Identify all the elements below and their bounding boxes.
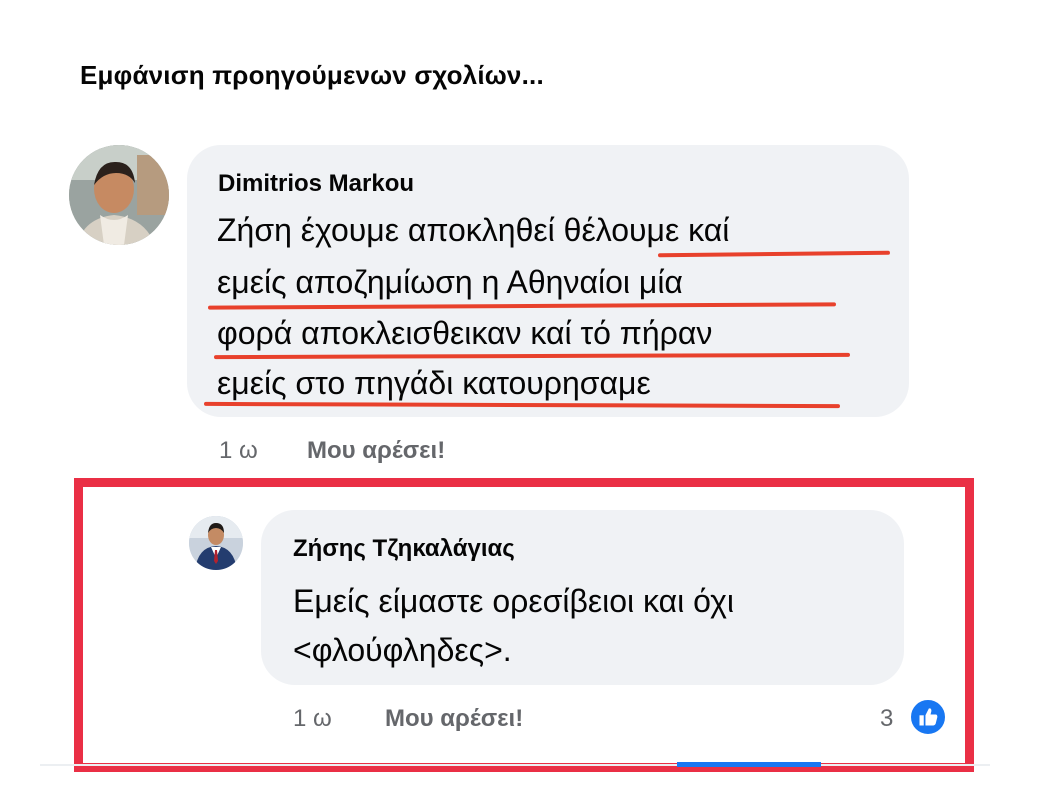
active-tab-indicator <box>677 762 821 767</box>
thumbs-up-icon[interactable] <box>908 697 948 737</box>
comment-text-line: εμείς αποζημίωση η Αθηναίοι μία <box>217 264 683 300</box>
comment-text-line: Ζήση έχουμε αποκληθεί θέλουμε καί <box>217 212 730 248</box>
comment-text-line: εμείς στο πηγάδι κατουρησαμε <box>217 365 651 401</box>
zisis-tzikalagias-avatar[interactable] <box>189 516 243 570</box>
comment-author-name[interactable]: Dimitrios Markou <box>218 170 414 198</box>
reply-text-line: <φλούφληδες>. <box>293 632 512 668</box>
reply-timestamp[interactable]: 1 ω <box>293 705 332 733</box>
thumbs-up-glyph-icon <box>919 708 938 726</box>
comment-text-line: φορά αποκλεισθεικαν καί τό πήραν <box>217 315 713 351</box>
like-reply-button[interactable]: Μου αρέσει! <box>385 705 523 733</box>
comment-timestamp[interactable]: 1 ω <box>219 437 258 465</box>
reaction-count[interactable]: 3 <box>880 705 893 733</box>
reply-text-line: Εμείς είμαστε ορεσίβειοι και όχι <box>293 583 734 619</box>
like-comment-button[interactable]: Μου αρέσει! <box>307 437 445 465</box>
man-in-suit-avatar-icon <box>189 516 243 570</box>
reply-author-name[interactable]: Ζήσης Τζηκαλάγιας <box>293 535 515 563</box>
footer-divider <box>40 764 990 766</box>
man-avatar-photo-icon <box>69 145 169 245</box>
dimitrios-markou-avatar[interactable] <box>69 145 169 245</box>
view-previous-comments-link[interactable]: Εμφάνιση προηγούμενων σχολίων... <box>80 60 544 91</box>
